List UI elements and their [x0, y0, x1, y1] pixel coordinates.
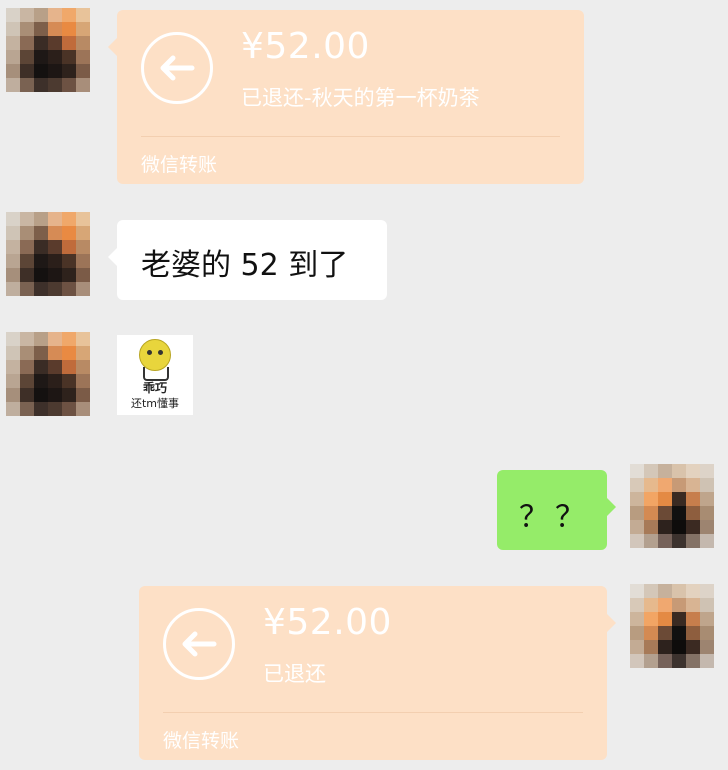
transfer-footer: 微信转账: [141, 154, 218, 176]
message-text: 老婆的 52 到了: [141, 248, 349, 283]
self-avatar[interactable]: [630, 464, 714, 548]
sticker-caption: 还tm懂事: [130, 397, 180, 410]
transfer-footer: 微信转账: [163, 730, 240, 752]
message-text: ？？: [519, 500, 591, 535]
divider: [163, 712, 583, 713]
transfer-amount: ¥52.00: [263, 602, 392, 643]
return-arrow-icon: [141, 32, 213, 104]
contact-avatar[interactable]: [6, 332, 90, 416]
transfer-amount: ¥52.00: [241, 26, 370, 67]
contact-avatar[interactable]: [6, 8, 90, 92]
sticker-caption: 乖巧: [142, 381, 167, 395]
transfer-card[interactable]: ¥52.00 已退还-秋天的第一杯奶茶 微信转账: [108, 10, 584, 184]
transfer-status: 已退还-秋天的第一杯奶茶: [241, 86, 480, 110]
message-bubble[interactable]: ？？: [497, 470, 616, 550]
transfer-card[interactable]: ¥52.00 已退还 微信转账: [139, 586, 616, 760]
sticker-image[interactable]: 乖巧 还tm懂事: [117, 335, 193, 415]
contact-avatar[interactable]: [6, 212, 90, 296]
transfer-status: 已退还: [263, 662, 326, 686]
message-bubble[interactable]: 老婆的 52 到了: [108, 220, 387, 300]
divider: [141, 136, 560, 137]
return-arrow-icon: [163, 608, 235, 680]
self-avatar[interactable]: [630, 584, 714, 668]
